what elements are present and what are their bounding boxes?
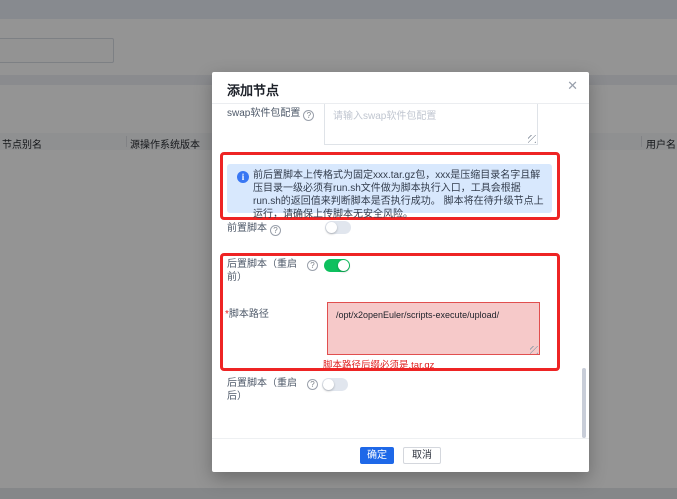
close-icon[interactable]: ✕ <box>567 79 578 92</box>
swap-config-textarea[interactable] <box>324 104 538 145</box>
dialog-title: 添加节点 <box>227 80 279 99</box>
swap-help-icon[interactable]: ? <box>303 110 314 121</box>
script-path-error-text: 脚本路径后缀必须是.tar.gz <box>323 357 434 371</box>
swap-config-label: swap软件包配置? <box>227 107 314 121</box>
pre-script-help-icon[interactable]: ? <box>270 225 281 236</box>
dialog-scrollbar-thumb[interactable] <box>582 368 586 438</box>
resize-grip-icon[interactable] <box>530 346 538 354</box>
confirm-button[interactable]: 确定 <box>360 447 394 464</box>
post-script-before-toggle[interactable] <box>324 259 350 272</box>
info-banner: i 前后置脚本上传格式为固定xxx.tar.gz包，xxx是压缩目录名字且解压目… <box>227 164 552 213</box>
pre-script-label-text: 前置脚本 <box>227 223 267 234</box>
script-path-label-text: 脚本路径 <box>229 309 269 320</box>
swap-config-label-text: swap软件包配置 <box>227 108 300 119</box>
info-banner-text: 前后置脚本上传格式为固定xxx.tar.gz包，xxx是压缩目录名字且解压目录一… <box>253 169 545 221</box>
post-script-after-label: 后置脚本（重启后） <box>227 377 299 403</box>
post-script-after-help-icon[interactable]: ? <box>307 379 318 390</box>
post-script-after-toggle[interactable] <box>322 378 348 391</box>
screen: 节点别名 源操作系统版本 用户名 添加节点 ✕ swap软件包配置? i 前后置… <box>0 0 677 499</box>
dialog-footer: 确定 取消 <box>212 438 589 472</box>
script-path-label: *脚本路径 <box>225 308 269 321</box>
dialog-header: 添加节点 ✕ <box>212 72 589 104</box>
script-path-textarea[interactable]: /opt/x2openEuler/scripts-execute/upload/ <box>327 302 540 355</box>
pre-script-toggle[interactable] <box>325 221 351 234</box>
post-script-before-help-icon[interactable]: ? <box>307 260 318 271</box>
pre-script-label: 前置脚本? <box>227 222 281 236</box>
dialog-body: swap软件包配置? i 前后置脚本上传格式为固定xxx.tar.gz包，xxx… <box>212 104 589 438</box>
resize-grip-icon[interactable] <box>528 135 536 143</box>
info-icon: i <box>237 171 249 183</box>
cancel-button[interactable]: 取消 <box>403 447 441 464</box>
post-script-before-label: 后置脚本（重启前） <box>227 258 299 284</box>
add-node-dialog: 添加节点 ✕ swap软件包配置? i 前后置脚本上传格式为固定xxx.tar.… <box>212 72 589 472</box>
